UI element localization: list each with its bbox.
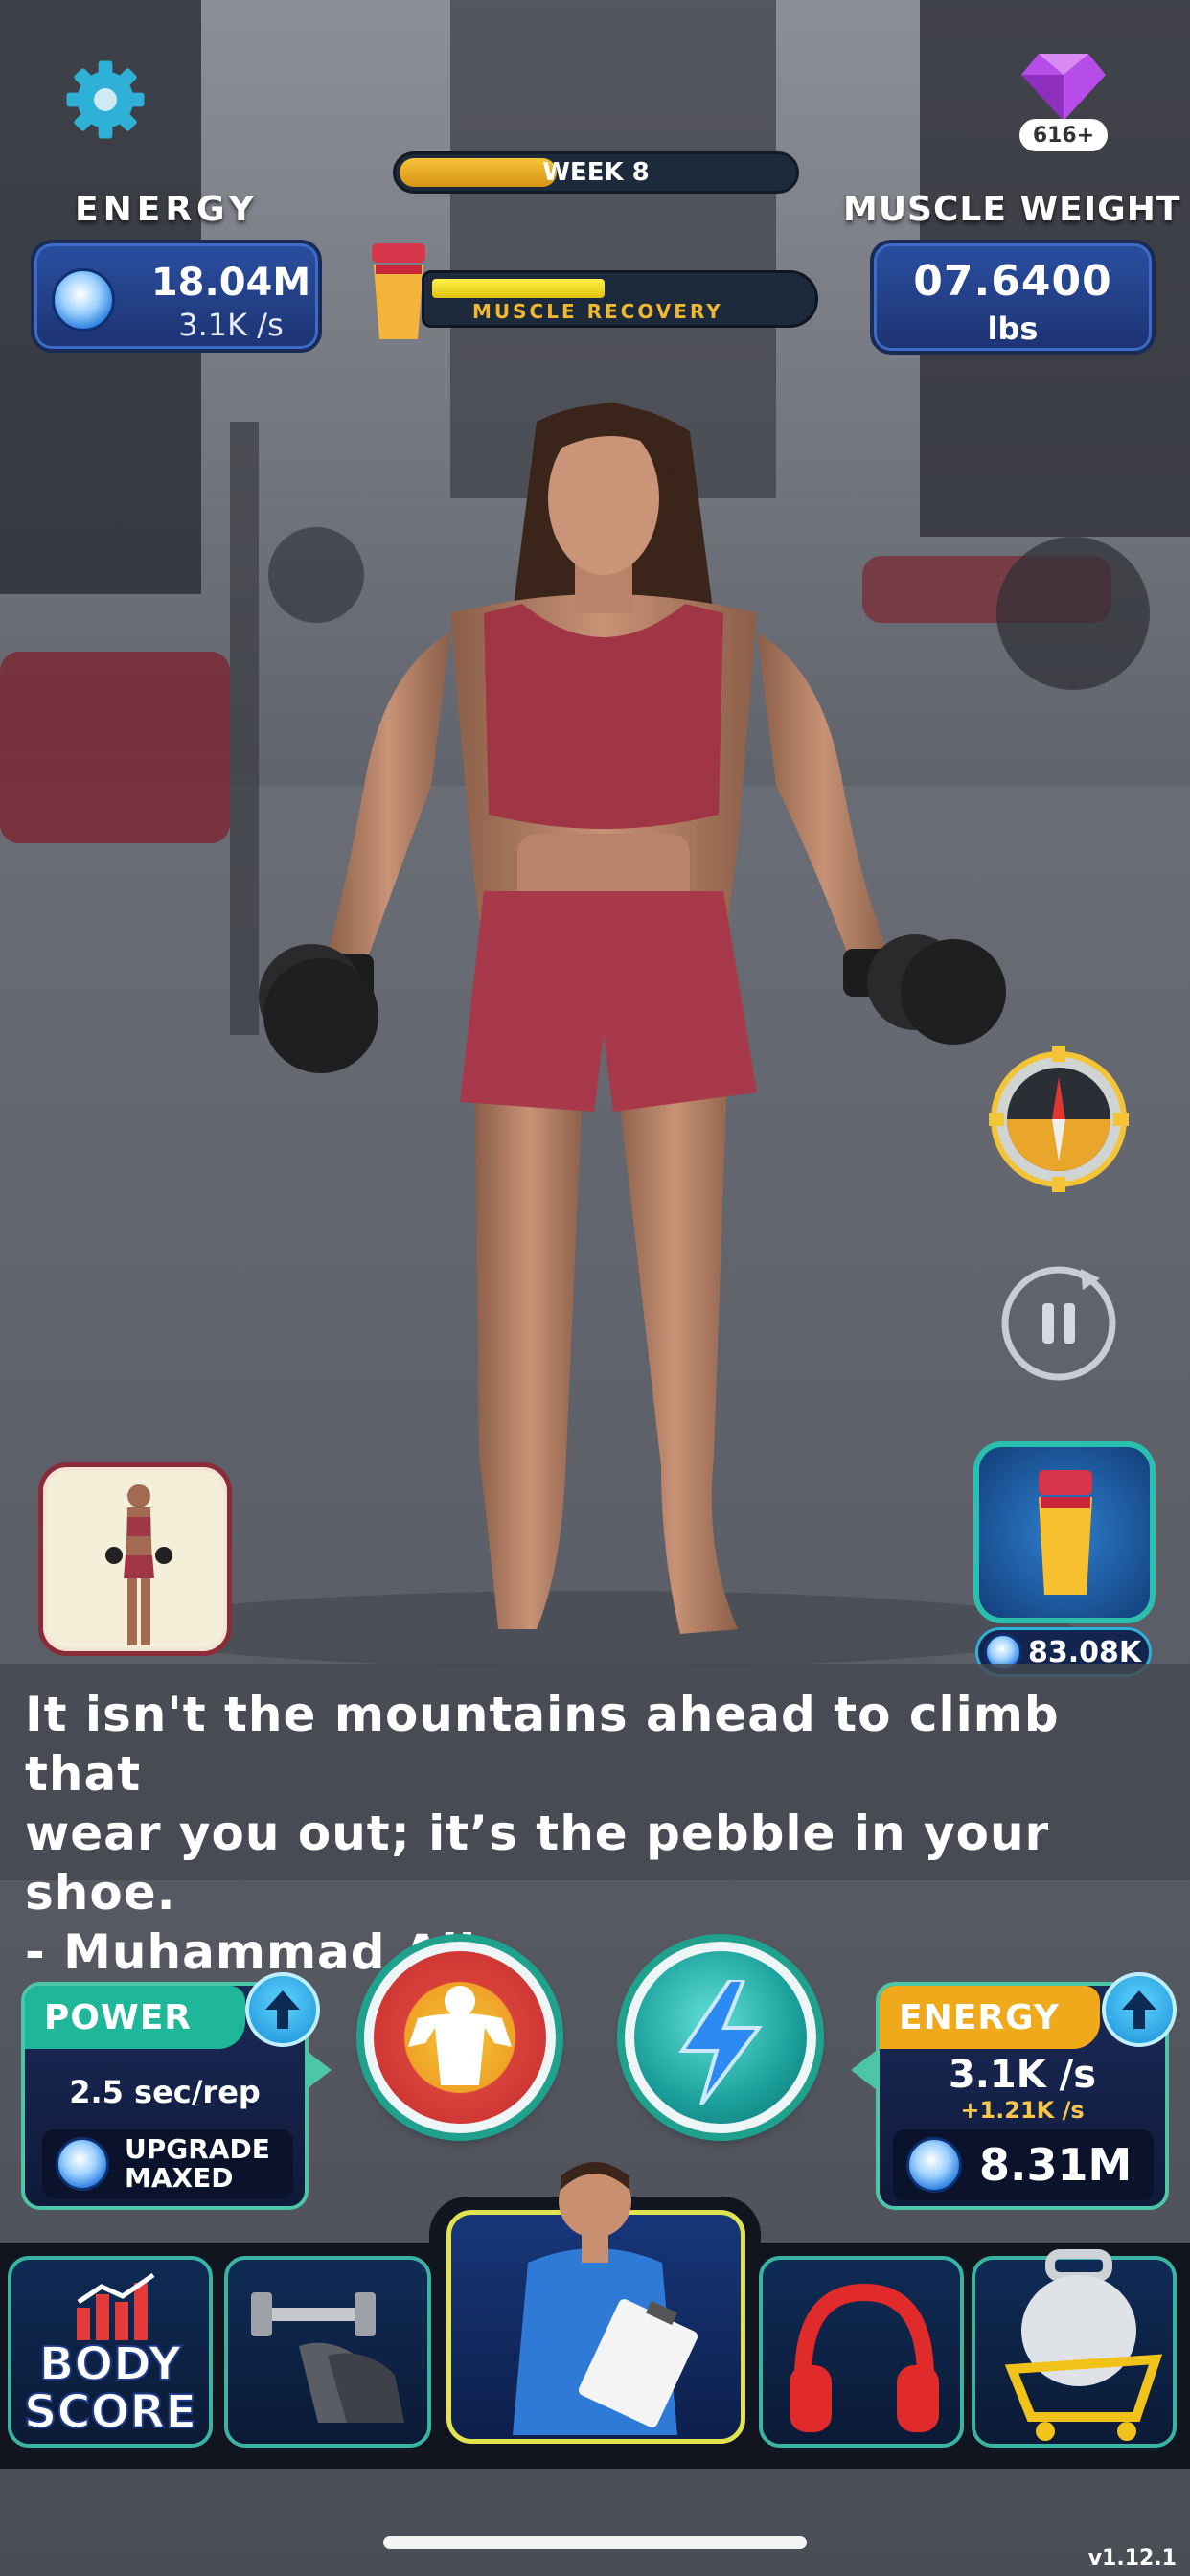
headphones-icon (790, 2283, 939, 2432)
power-rate: 2.5 sec/rep (69, 2074, 261, 2110)
muscle-weight-label: MUSCLE WEIGHT (843, 190, 1181, 229)
dumbbell-gloves-icon (251, 2292, 404, 2423)
timer-compass-icon[interactable] (987, 1043, 1131, 1196)
muscle-recovery-fill (432, 279, 606, 298)
muscle-weight-unit: lbs (987, 310, 1039, 347)
nav-equipment[interactable] (224, 2256, 431, 2448)
gem-count: 616+ (1019, 119, 1108, 151)
muscle-recovery-label: MUSCLE RECOVERY (472, 300, 723, 323)
energy-value: 18.04M (150, 261, 311, 305)
strength-workout-button[interactable] (364, 1942, 556, 2133)
pause-button[interactable] (996, 1261, 1121, 1386)
quote-line-1: It isn't the mountains ahead to climb th… (25, 1687, 1060, 1802)
nav-coach[interactable] (446, 2162, 745, 2444)
energy-stat-box: 18.04M 3.1K /s (31, 240, 322, 353)
nav-body-score[interactable]: BODY SCORE (8, 2256, 213, 2448)
week-label: WEEK 8 (542, 158, 650, 187)
energy-panel-rate: 3.1K /s (948, 2053, 1097, 2097)
bar-chart-icon (77, 2273, 155, 2340)
muscle-weight-box: 07.6400 lbs (870, 240, 1156, 355)
energy-label: ENERGY (75, 190, 259, 229)
protein-shake-button[interactable] (973, 1441, 1156, 1623)
quote-line-3: - Muhammad Ali (25, 1924, 476, 1980)
power-upgrade-button[interactable] (245, 1972, 320, 2047)
muscle-body-icon (408, 1986, 512, 2085)
power-title: POWER (25, 1986, 245, 2049)
energy-boost-button[interactable] (625, 1942, 816, 2133)
shop-cart-icon (1004, 2249, 1163, 2441)
power-pointer-icon (307, 2051, 332, 2089)
energy-rate: 3.1K /s (178, 307, 284, 343)
up-arrow-icon (265, 1990, 300, 2029)
energy-bolt-icon (52, 268, 115, 332)
pose-figure-icon (105, 1484, 172, 1645)
energy-panel-bonus: +1.21K /s (960, 2097, 1085, 2124)
quote-banner: It isn't the mountains ahead to climb th… (0, 1664, 1190, 1980)
muscle-recovery-bar: MUSCLE RECOVERY (422, 270, 818, 328)
energy-cost-value: 8.31M (979, 2139, 1133, 2191)
settings-gear-icon[interactable] (61, 56, 149, 144)
nav-shop[interactable] (972, 2249, 1177, 2448)
energy-panel-title: ENERGY (880, 1986, 1100, 2049)
shake-bottle-icon (1039, 1470, 1092, 1595)
quote-text: It isn't the mountains ahead to climb th… (25, 1685, 1175, 1982)
pose-thumbnail-button[interactable] (38, 1462, 232, 1656)
body-score-label: BODY SCORE (23, 2337, 197, 2439)
home-indicator (383, 2536, 807, 2549)
energy-pointer-icon (851, 2051, 876, 2089)
quote-line-2: wear you out; it’s the pebble in your sh… (25, 1806, 1050, 1920)
energy-upgrade-cost: 8.31M (893, 2129, 1154, 2200)
week-progress-bar: WEEK 8 (393, 151, 799, 194)
power-upgrade-status: UPGRADE MAXED (42, 2129, 293, 2198)
version-label: v1.12.1 (1087, 2546, 1177, 2570)
power-bolt-icon (56, 2137, 109, 2191)
muscle-weight-value: 07.6400 (913, 257, 1112, 306)
coach-avatar-icon (513, 2162, 698, 2435)
energy-cost-bolt-icon (906, 2137, 962, 2193)
nav-music[interactable] (759, 2256, 964, 2448)
up-arrow-icon (1122, 1990, 1156, 2029)
gem-icon[interactable] (1019, 50, 1108, 123)
power-upgrade-label: UPGRADE MAXED (125, 2133, 270, 2194)
lightning-bolt-icon (678, 1980, 763, 2104)
energy-upgrade-button[interactable] (1102, 1972, 1177, 2047)
